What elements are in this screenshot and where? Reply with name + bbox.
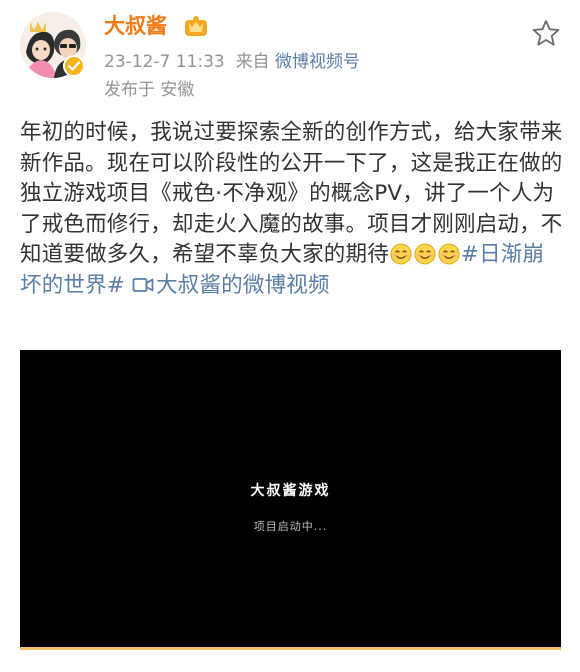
video-title: 大叔酱游戏	[250, 483, 331, 499]
source-prefix: 来自	[235, 52, 270, 72]
smile-emoji-icon	[438, 243, 460, 265]
post-location: 发布于 安徽	[104, 80, 195, 100]
video-player[interactable]: 大叔酱游戏 项目启动中...	[20, 350, 561, 650]
favorite-star-icon[interactable]	[531, 18, 561, 48]
smile-emoji-icon	[390, 243, 412, 265]
post-header: 大叔酱 23-12-7 11:33 来自 微博视频号 发布于 安徽	[0, 0, 580, 112]
post-text: 年初的时候，我说过要探索全新的创作方式，给大家带来新作品。现在可以阶段性的公开一…	[20, 118, 565, 301]
video-link-label: 大叔酱的微博视频	[156, 272, 330, 298]
source-link[interactable]: 微博视频号	[275, 52, 360, 72]
post-meta: 23-12-7 11:33 来自 微博视频号	[104, 50, 360, 74]
author-name[interactable]: 大叔酱	[104, 12, 167, 40]
video-source-link[interactable]: 大叔酱的微博视频	[132, 273, 330, 298]
vip-crown-icon[interactable]	[183, 14, 209, 38]
video-subtitle: 项目启动中...	[253, 520, 328, 533]
smile-emoji-icon	[414, 243, 436, 265]
video-camera-icon	[132, 274, 154, 294]
post-timestamp: 23-12-7 11:33	[104, 52, 225, 72]
video-bottom-strip	[20, 647, 561, 650]
verified-badge-icon	[63, 55, 85, 77]
